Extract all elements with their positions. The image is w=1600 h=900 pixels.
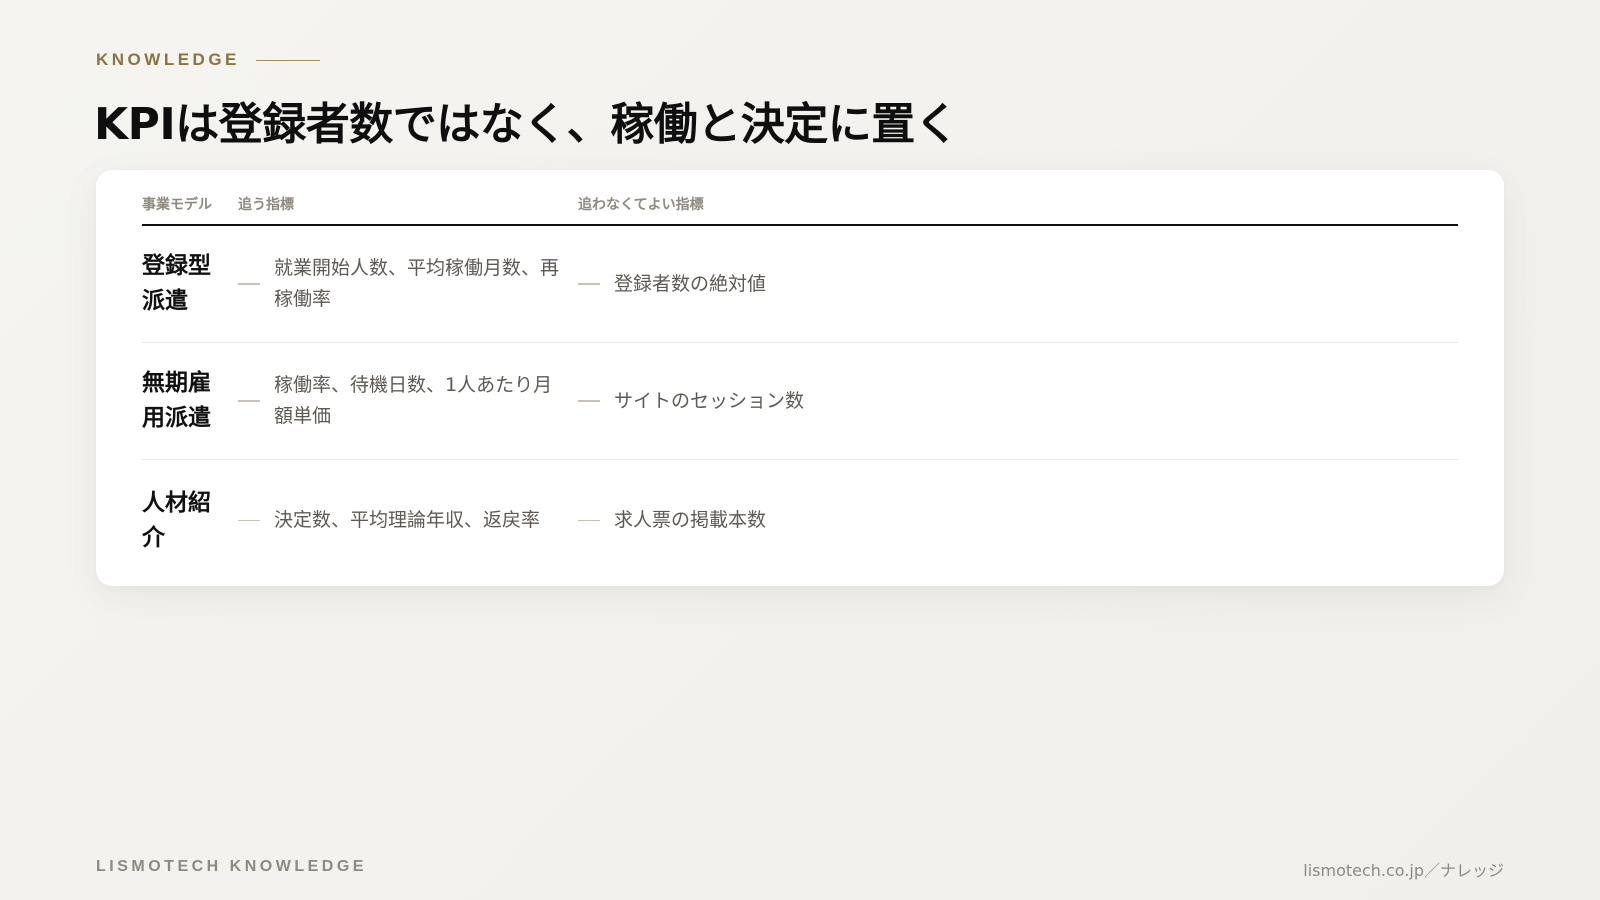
eyebrow-label: KNOWLEDGE	[96, 50, 240, 69]
track-metric-text: 就業開始人数、平均稼働月数、再稼働率	[274, 257, 560, 310]
table-row: 無期雇用派遣 稼働率、待機日数、1人あたり月額単価 サイトのセッション数	[142, 343, 1458, 460]
track-metric-text: 決定数、平均理論年収、返戻率	[274, 509, 541, 531]
ignore-metric-text: 求人票の掲載本数	[614, 509, 767, 531]
eyebrow-divider	[255, 59, 320, 61]
footer-url: lismotech.co.jp／ナレッジ	[1303, 861, 1504, 880]
dash-icon	[238, 519, 260, 522]
column-header-track: 追う指標	[238, 197, 294, 213]
ignore-metric-text: サイトのセッション数	[614, 389, 805, 412]
ignore-metric-text: 登録者数の絶対値	[614, 272, 767, 295]
ignore-metric-cell: 求人票の掲載本数	[578, 505, 1458, 536]
dash-icon	[578, 519, 600, 522]
business-model-cell: 人材紹介	[142, 489, 211, 551]
eyebrow: KNOWLEDGE	[96, 50, 320, 70]
column-header-ignore: 追わなくてよい指標	[578, 197, 704, 213]
dash-icon	[238, 283, 260, 285]
track-metric-cell: 稼働率、待機日数、1人あたり月額単価	[238, 370, 578, 432]
track-metric-text: 稼働率、待機日数、1人あたり月額単価	[274, 374, 553, 427]
business-model-cell: 無期雇用派遣	[142, 370, 211, 431]
track-metric-cell: 決定数、平均理論年収、返戻率	[238, 505, 578, 536]
ignore-metric-cell: サイトのセッション数	[578, 386, 1458, 417]
dash-icon	[238, 400, 260, 402]
footer-brand: LISMOTECH KNOWLEDGE	[96, 858, 367, 875]
table-row: 人材紹介 決定数、平均理論年収、返戻率 求人票の掲載本数	[142, 460, 1458, 581]
ignore-metric-cell: 登録者数の絶対値	[578, 269, 1458, 300]
business-model-cell: 登録型派遣	[142, 253, 211, 314]
dash-icon	[578, 400, 600, 402]
page-title: KPIは登録者数ではなく、稼働と決定に置く	[94, 99, 959, 150]
table-header: 事業モデル 追う指標 追わなくてよい指標	[142, 170, 1458, 226]
track-metric-cell: 就業開始人数、平均稼働月数、再稼働率	[238, 253, 578, 315]
dash-icon	[578, 283, 600, 285]
kpi-table-card: 事業モデル 追う指標 追わなくてよい指標 登録型派遣 就業開始人数、平均稼働月数…	[96, 170, 1504, 586]
column-header-model: 事業モデル	[142, 197, 212, 213]
table-row: 登録型派遣 就業開始人数、平均稼働月数、再稼働率 登録者数の絶対値	[142, 226, 1458, 343]
